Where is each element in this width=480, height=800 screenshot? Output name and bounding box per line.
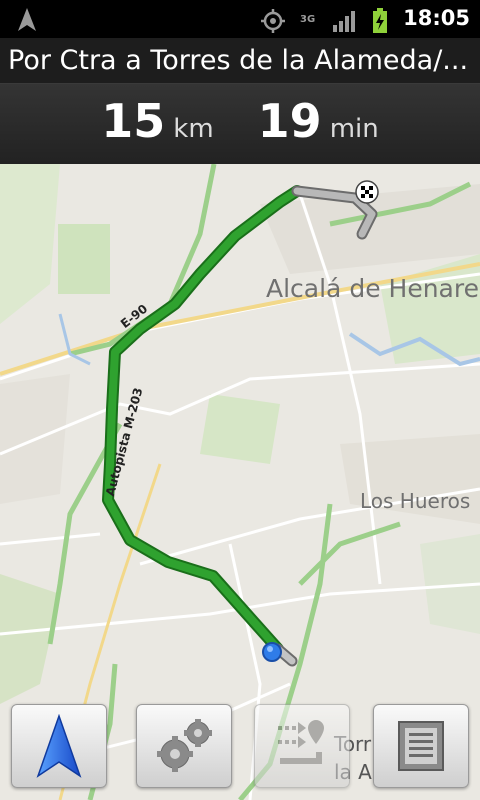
navigate-icon <box>36 714 82 778</box>
settings-button[interactable] <box>136 704 232 788</box>
current-location-icon[interactable] <box>262 642 282 662</box>
route-steps-button[interactable] <box>254 704 350 788</box>
clock: 18:05 <box>403 6 470 30</box>
directions-list-icon <box>398 721 444 771</box>
route-summary: 15 km 19 min <box>0 84 480 164</box>
distance: 15 km <box>101 94 213 148</box>
route-title[interactable]: Por Ctra a Torres de la Alameda/... <box>0 38 480 84</box>
status-icons: 3G <box>260 8 388 34</box>
travel-time: 19 min <box>258 94 379 148</box>
3g-data-icon: 3G <box>300 14 316 25</box>
distance-value: 15 <box>101 94 166 148</box>
time-value: 19 <box>257 94 322 148</box>
park-area <box>58 224 110 294</box>
route-steps-icon <box>278 720 324 764</box>
status-bar: 3G 18:05 <box>0 0 480 38</box>
settings-icon <box>157 719 212 772</box>
directions-list-button[interactable] <box>373 704 469 788</box>
gps-icon <box>261 9 285 33</box>
distance-unit: km <box>173 114 214 144</box>
park-area <box>0 164 60 324</box>
navigation-arrow-icon <box>18 8 36 31</box>
destination-flag-icon[interactable] <box>355 180 379 204</box>
time-unit: min <box>329 114 379 144</box>
signal-icon <box>333 11 355 32</box>
place-label-alcala: Alcalá de Henares <box>266 274 480 303</box>
navigate-button[interactable] <box>11 704 107 788</box>
park-area <box>200 394 280 464</box>
place-label-hueros: Los Hueros <box>360 489 471 513</box>
battery-charging-icon <box>373 8 387 33</box>
